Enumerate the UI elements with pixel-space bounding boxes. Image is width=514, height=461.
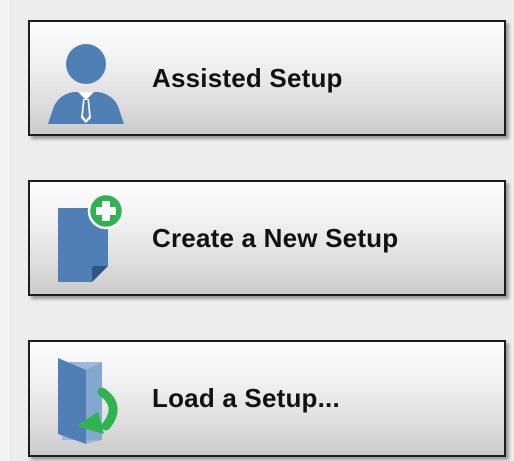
create-new-setup-button[interactable]: Create a New Setup <box>28 180 506 296</box>
assisted-setup-button[interactable]: Assisted Setup <box>28 20 506 136</box>
open-door-icon <box>58 358 118 444</box>
create-new-setup-label: Create a New Setup <box>152 222 399 253</box>
setup-options-panel: Assisted Setup Create a New Setup Load a… <box>0 0 514 461</box>
new-document-icon <box>58 194 125 282</box>
load-setup-label: Load a Setup... <box>152 383 340 413</box>
assisted-setup-label: Assisted Setup <box>152 62 343 93</box>
person-icon <box>48 44 124 124</box>
load-setup-button[interactable]: Load a Setup... <box>28 340 506 457</box>
